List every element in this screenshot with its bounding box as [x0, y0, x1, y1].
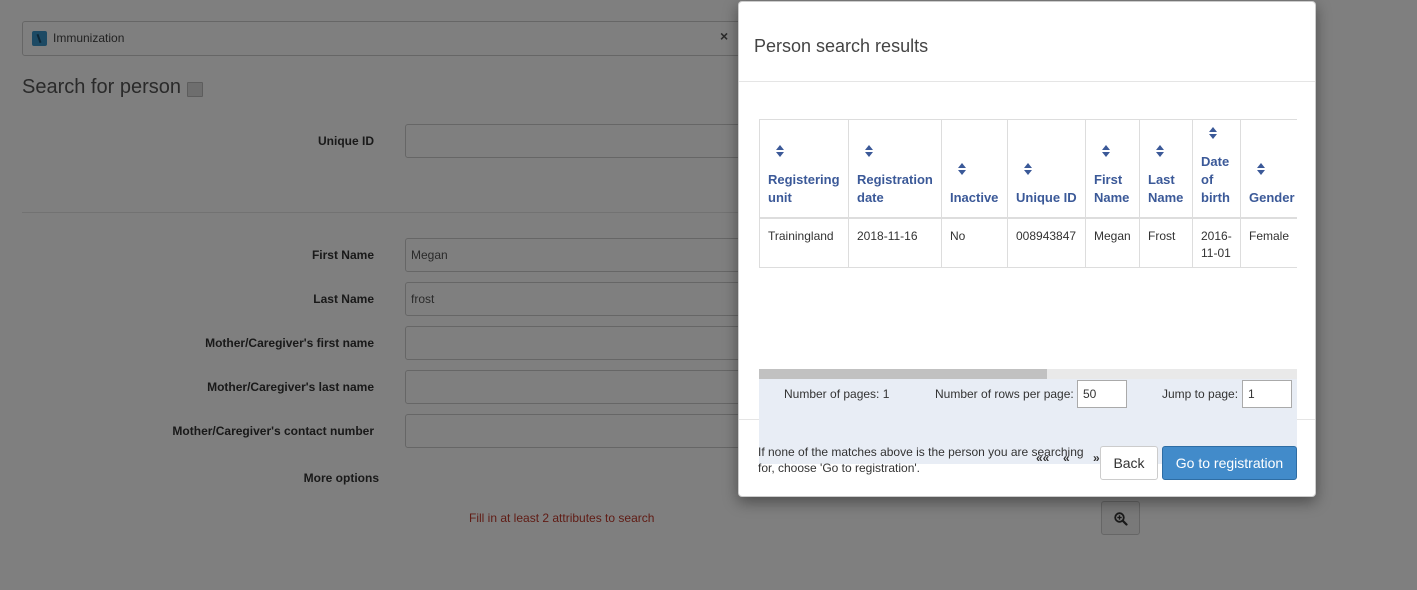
- back-button[interactable]: Back: [1100, 446, 1158, 480]
- column-header-line: Name: [1094, 189, 1130, 205]
- column-header-line: First: [1094, 171, 1123, 187]
- table-row[interactable]: Trainingland 2018-11-16 No 008943847 Meg…: [759, 217, 1297, 268]
- table-cell: Trainingland: [759, 217, 849, 268]
- results-table: Registering unit Registration date Inact…: [759, 119, 1297, 268]
- table-cell: Frost: [1139, 217, 1193, 268]
- table-cell: 2016-11-01: [1192, 217, 1241, 268]
- rows-per-page-input[interactable]: [1077, 380, 1127, 408]
- column-header-line: Date: [1201, 153, 1230, 169]
- column-header-last-name[interactable]: Last Name: [1139, 119, 1193, 219]
- column-header-line: Unique ID: [1016, 189, 1077, 205]
- sort-icon: [1257, 162, 1265, 175]
- table-cell: 008943847: [1007, 217, 1086, 268]
- column-header-date-of-birth[interactable]: Date of birth: [1192, 119, 1241, 219]
- sort-icon: [1102, 144, 1110, 157]
- go-to-registration-button[interactable]: Go to registration: [1162, 446, 1297, 480]
- modal-title: Person search results: [754, 36, 929, 56]
- modal-body: Registering unit Registration date Inact…: [739, 82, 1315, 465]
- page-count: Number of pages: 1: [784, 387, 890, 401]
- results-table-container[interactable]: Registering unit Registration date Inact…: [759, 119, 1297, 269]
- modal-header: Person search results: [739, 2, 1315, 82]
- column-header-line: Gender: [1249, 189, 1295, 205]
- sort-icon: [1209, 126, 1217, 139]
- footer-note: If none of the matches above is the pers…: [758, 445, 1084, 475]
- scrollbar-thumb[interactable]: [759, 369, 1047, 379]
- search-results-modal: Person search results Registering unit R…: [738, 1, 1316, 497]
- rows-per-page-label: Number of rows per page:: [935, 387, 1074, 401]
- table-cell: Megan: [1085, 217, 1140, 268]
- table-header-row: Registering unit Registration date Inact…: [759, 119, 1297, 219]
- table-cell: 2018-11-16: [848, 217, 942, 268]
- column-header-inactive[interactable]: Inactive: [941, 119, 1008, 219]
- column-header-line: Inactive: [950, 189, 999, 205]
- column-header-line: Registration: [857, 171, 933, 187]
- horizontal-scrollbar[interactable]: [759, 369, 1297, 379]
- jump-to-page-label: Jump to page:: [1162, 387, 1239, 401]
- column-header-line: of: [1201, 171, 1214, 187]
- sort-icon: [865, 144, 873, 157]
- column-header-registration-date[interactable]: Registration date: [848, 119, 942, 219]
- jump-to-page-input[interactable]: [1242, 380, 1292, 408]
- column-header-line: Last: [1148, 171, 1175, 187]
- table-cell: Female: [1240, 217, 1297, 268]
- modal-footer: If none of the matches above is the pers…: [739, 420, 1315, 497]
- sort-icon: [958, 162, 966, 175]
- sort-icon: [1024, 162, 1032, 175]
- table-cell: No: [941, 217, 1008, 268]
- sort-icon: [776, 144, 784, 157]
- column-header-line: unit: [768, 189, 792, 205]
- column-header-line: birth: [1201, 189, 1230, 205]
- column-header-registering-unit[interactable]: Registering unit: [759, 119, 849, 219]
- column-header-gender[interactable]: Gender: [1240, 119, 1297, 219]
- sort-icon: [1156, 144, 1164, 157]
- column-header-line: date: [857, 189, 884, 205]
- column-header-first-name[interactable]: First Name: [1085, 119, 1140, 219]
- column-header-line: Registering: [768, 171, 840, 187]
- column-header-unique-id[interactable]: Unique ID: [1007, 119, 1086, 219]
- column-header-line: Name: [1148, 189, 1184, 205]
